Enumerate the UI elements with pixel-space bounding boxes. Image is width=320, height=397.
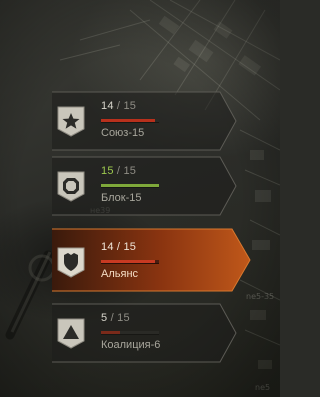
score: 15 / 15 xyxy=(101,165,137,177)
map-grid-label: ne5 xyxy=(255,383,271,392)
progress-bar xyxy=(101,260,159,264)
map-grid-label: ne5-35 xyxy=(246,292,275,301)
progress-fill xyxy=(101,331,121,334)
clan-name: Альянс xyxy=(101,268,139,280)
progress-bar xyxy=(101,331,159,335)
clan-row-koalitsiya[interactable]: 5 / 15 Коалиция-6 xyxy=(0,303,280,363)
score-total: 15 xyxy=(123,165,137,177)
score-current: 15 xyxy=(101,165,114,177)
progress-fill xyxy=(101,184,159,187)
clan-row-alyans[interactable]: 14 / 15 Альянс xyxy=(0,228,280,292)
score-total: 15 xyxy=(117,312,130,324)
score-total: 15 xyxy=(123,241,137,253)
score-current: 14 xyxy=(101,241,114,253)
score-total: 15 xyxy=(123,100,137,112)
score-current: 5 xyxy=(101,312,108,324)
octagon-icon xyxy=(57,171,85,202)
progress-bar xyxy=(101,184,159,188)
shield-icon xyxy=(57,247,85,278)
star-icon xyxy=(57,106,85,137)
progress-fill xyxy=(101,119,155,122)
progress-bar xyxy=(101,119,159,123)
score-current: 14 xyxy=(101,100,114,112)
score: 14 / 15 xyxy=(101,241,137,253)
clan-name: Блок-15 xyxy=(101,192,142,204)
progress-fill xyxy=(101,260,155,263)
score: 14 / 15 xyxy=(101,100,137,112)
clan-name: Союз-15 xyxy=(101,127,145,139)
triangle-icon xyxy=(57,318,85,349)
clan-row-soyuz[interactable]: 14 / 15 Союз-15 xyxy=(0,91,280,151)
clan-name: Коалиция-6 xyxy=(101,339,161,351)
score: 5 / 15 xyxy=(101,312,130,324)
clan-row-blok[interactable]: 15 / 15 Блок-15 xyxy=(0,156,280,216)
